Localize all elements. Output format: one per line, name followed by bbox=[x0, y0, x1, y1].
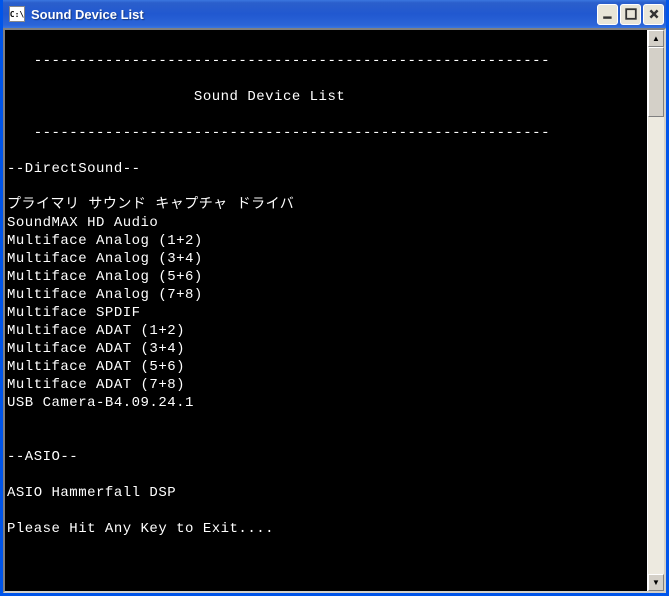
console-line: Multiface SPDIF bbox=[7, 304, 645, 322]
console-line: Multiface Analog (3+4) bbox=[7, 250, 645, 268]
console-line: Multiface ADAT (7+8) bbox=[7, 376, 645, 394]
console-line: ----------------------------------------… bbox=[7, 124, 645, 142]
console-line bbox=[7, 178, 645, 196]
console-line: SoundMAX HD Audio bbox=[7, 214, 645, 232]
titlebar[interactable]: C:\ Sound Device List bbox=[3, 0, 666, 28]
console-line bbox=[7, 412, 645, 430]
window-controls bbox=[597, 4, 664, 25]
console-line: ----------------------------------------… bbox=[7, 52, 645, 70]
window-title: Sound Device List bbox=[31, 7, 597, 22]
app-icon: C:\ bbox=[9, 6, 25, 22]
scroll-thumb[interactable] bbox=[648, 47, 664, 117]
console-line: プライマリ サウンド キャプチャ ドライバ bbox=[7, 196, 645, 214]
console-line: Multiface ADAT (1+2) bbox=[7, 322, 645, 340]
console-line bbox=[7, 502, 645, 520]
console-line: Multiface ADAT (5+6) bbox=[7, 358, 645, 376]
minimize-button[interactable] bbox=[597, 4, 618, 25]
console-line: Multiface Analog (5+6) bbox=[7, 268, 645, 286]
console-line bbox=[7, 466, 645, 484]
console-line: Sound Device List bbox=[7, 88, 645, 106]
client-area: ----------------------------------------… bbox=[3, 28, 666, 593]
console-line bbox=[7, 70, 645, 88]
console-line: Multiface Analog (7+8) bbox=[7, 286, 645, 304]
console-line bbox=[7, 430, 645, 448]
console-line: ASIO Hammerfall DSP bbox=[7, 484, 645, 502]
console-line bbox=[7, 34, 645, 52]
maximize-button[interactable] bbox=[620, 4, 641, 25]
scroll-track[interactable] bbox=[648, 47, 664, 574]
console-line: Multiface Analog (1+2) bbox=[7, 232, 645, 250]
console-line bbox=[7, 106, 645, 124]
console-line: --DirectSound-- bbox=[7, 160, 645, 178]
close-button[interactable] bbox=[643, 4, 664, 25]
console-output[interactable]: ----------------------------------------… bbox=[5, 30, 647, 591]
scroll-down-button[interactable]: ▼ bbox=[648, 574, 664, 591]
console-line: USB Camera-B4.09.24.1 bbox=[7, 394, 645, 412]
vertical-scrollbar[interactable]: ▲ ▼ bbox=[647, 30, 664, 591]
scroll-up-button[interactable]: ▲ bbox=[648, 30, 664, 47]
app-window: C:\ Sound Device List ------------------… bbox=[0, 0, 669, 596]
console-line: Multiface ADAT (3+4) bbox=[7, 340, 645, 358]
console-line: Please Hit Any Key to Exit.... bbox=[7, 520, 645, 538]
console-line bbox=[7, 142, 645, 160]
console-line: --ASIO-- bbox=[7, 448, 645, 466]
